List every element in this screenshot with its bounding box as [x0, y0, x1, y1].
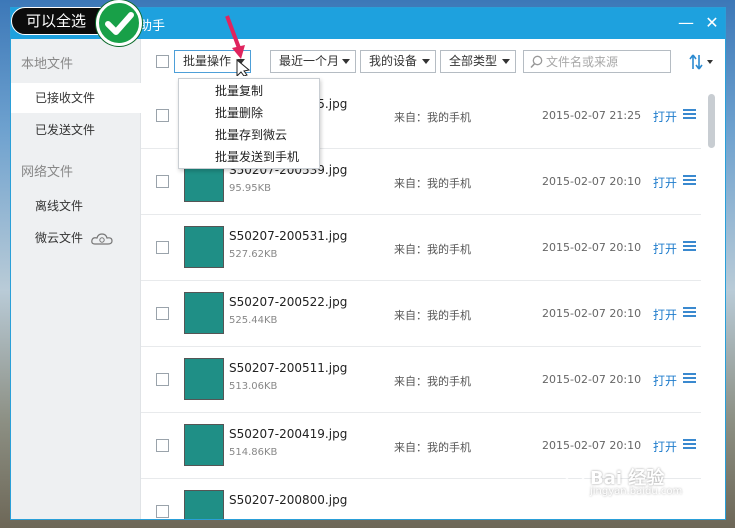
type-filter-select[interactable]: 全部类型 — [440, 50, 516, 73]
chevron-down-icon — [422, 59, 430, 64]
sort-icon — [689, 54, 713, 70]
search-input[interactable] — [546, 53, 666, 70]
row-checkbox[interactable] — [156, 307, 169, 320]
sidebar-item-label: 已接收文件 — [35, 91, 96, 105]
file-thumbnail — [184, 226, 224, 268]
file-source: 来自：我的手机 — [394, 243, 471, 256]
file-size: 95.95KB — [229, 183, 272, 194]
file-size: 525.44KB — [229, 315, 278, 326]
batch-operation-menu: 批量复制 批量删除 批量存到微云 批量发送到手机 — [178, 78, 320, 169]
search-box — [523, 50, 671, 73]
file-name: S50207-200419.jpg — [229, 427, 348, 441]
select-all-hint-badge: 可以全选 — [0, 0, 165, 52]
sidebar-item-received[interactable]: 已接收文件 — [11, 83, 141, 113]
sidebar-item-label: 离线文件 — [35, 199, 84, 213]
file-thumbnail — [184, 358, 224, 400]
device-filter-select[interactable]: 我的设备 — [360, 50, 436, 73]
file-row[interactable]: S50207-200511.jpg 513.06KB 来自：我的手机 2015-… — [141, 347, 701, 413]
row-checkbox[interactable] — [156, 373, 169, 386]
sidebar-item-label: 已发送文件 — [35, 123, 96, 137]
minimize-icon[interactable]: — — [677, 14, 695, 32]
file-source: 来自：我的手机 — [394, 177, 471, 190]
type-filter-value: 全部类型 — [449, 54, 498, 68]
baidu-watermark: Bai 经验 jingyan.baidu.com — [560, 450, 700, 502]
row-checkbox[interactable] — [156, 241, 169, 254]
file-size: 513.06KB — [229, 381, 278, 392]
file-row[interactable]: S50207-200531.jpg 527.62KB 来自：我的手机 2015-… — [141, 215, 701, 281]
file-name: S50207-200800.jpg — [229, 493, 348, 507]
open-link[interactable]: 打开 — [653, 240, 677, 257]
file-date: 2015-02-07 20:10 — [542, 307, 642, 320]
more-menu-icon[interactable] — [683, 241, 696, 252]
file-thumbnail — [184, 490, 224, 519]
open-link[interactable]: 打开 — [653, 108, 677, 125]
menu-item-batch-save-weiyun[interactable]: 批量存到微云 — [179, 124, 319, 146]
more-menu-icon[interactable] — [683, 439, 696, 450]
more-menu-icon[interactable] — [683, 373, 696, 384]
sidebar-group-network: 网络文件 — [21, 165, 74, 180]
row-checkbox[interactable] — [156, 175, 169, 188]
annotation-arrow-icon — [225, 15, 251, 76]
chevron-down-icon — [342, 59, 350, 64]
file-date: 2015-02-07 21:25 — [542, 109, 642, 122]
menu-item-batch-copy[interactable]: 批量复制 — [179, 80, 319, 102]
open-link[interactable]: 打开 — [653, 174, 677, 191]
more-menu-icon[interactable] — [683, 307, 696, 318]
chevron-down-icon — [502, 59, 510, 64]
sidebar-item-offline[interactable]: 离线文件 — [11, 191, 141, 221]
file-name: S50207-200522.jpg — [229, 295, 348, 309]
sidebar: 本地文件 已接收文件 已发送文件 网络文件 离线文件 微云文件 — [11, 39, 141, 519]
file-source: 来自：我的手机 — [394, 309, 471, 322]
row-checkbox[interactable] — [156, 109, 169, 122]
more-menu-icon[interactable] — [683, 175, 696, 186]
file-assistant-window: 助手 — ✕ 本地文件 已接收文件 已发送文件 网络文件 离线文件 微云文件 批… — [10, 7, 726, 520]
file-source: 来自：我的手机 — [394, 375, 471, 388]
file-source: 来自：我的手机 — [394, 441, 471, 454]
select-all-checkbox[interactable] — [156, 55, 169, 68]
file-size: 527.62KB — [229, 249, 278, 260]
file-name: S50207-200511.jpg — [229, 361, 348, 375]
file-thumbnail — [184, 292, 224, 334]
file-date: 2015-02-07 20:10 — [542, 175, 642, 188]
cloud-icon — [91, 232, 113, 245]
watermark-domain: jingyan.baidu.com — [590, 486, 683, 497]
file-size: 514.86KB — [229, 447, 278, 458]
row-checkbox[interactable] — [156, 439, 169, 452]
checkmark-icon — [96, 0, 142, 46]
sidebar-group-local: 本地文件 — [21, 57, 74, 72]
sort-button[interactable] — [689, 52, 719, 72]
file-source: 来自：我的手机 — [394, 111, 471, 124]
sidebar-item-label: 微云文件 — [35, 231, 84, 245]
file-date: 2015-02-07 20:10 — [542, 241, 642, 254]
more-menu-icon[interactable] — [683, 109, 696, 120]
file-thumbnail — [184, 424, 224, 466]
menu-item-batch-delete[interactable]: 批量删除 — [179, 102, 319, 124]
sidebar-item-weiyun[interactable]: 微云文件 — [11, 223, 141, 253]
sidebar-item-sent[interactable]: 已发送文件 — [11, 115, 141, 145]
time-filter-select[interactable]: 最近一个月 — [270, 50, 356, 73]
search-icon — [530, 55, 543, 69]
paw-logo-icon — [561, 459, 590, 491]
time-filter-value: 最近一个月 — [279, 54, 340, 68]
device-filter-value: 我的设备 — [369, 54, 418, 68]
menu-item-batch-send-phone[interactable]: 批量发送到手机 — [179, 146, 319, 168]
open-link[interactable]: 打开 — [653, 372, 677, 389]
close-icon[interactable]: ✕ — [703, 14, 721, 32]
file-name: S50207-200531.jpg — [229, 229, 348, 243]
file-date: 2015-02-07 20:10 — [542, 373, 642, 386]
list-scrollbar[interactable] — [708, 94, 715, 148]
file-row[interactable]: S50207-200522.jpg 525.44KB 来自：我的手机 2015-… — [141, 281, 701, 347]
row-checkbox[interactable] — [156, 505, 169, 518]
open-link[interactable]: 打开 — [653, 306, 677, 323]
